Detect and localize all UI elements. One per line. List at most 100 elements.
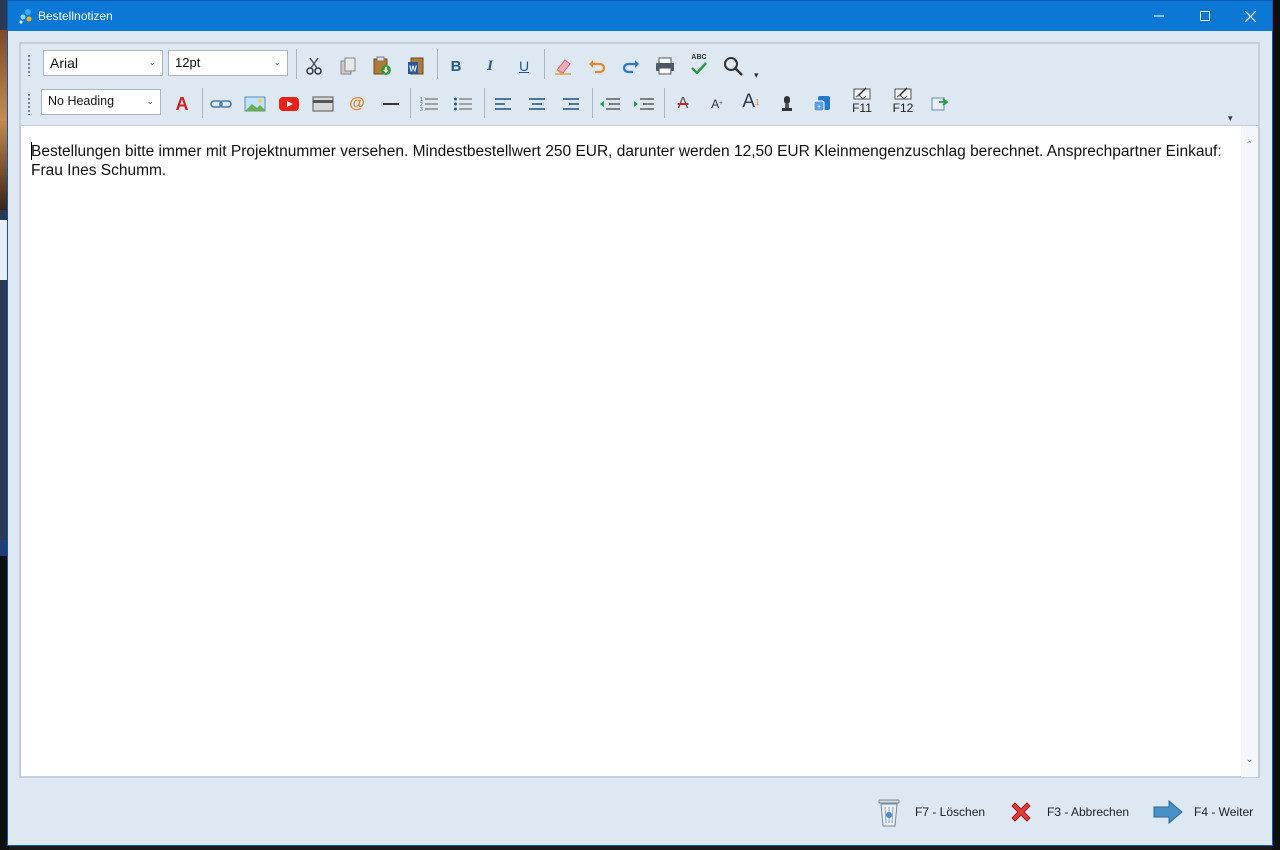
cancel-button[interactable]: F3 - Abbrechen — [1005, 795, 1129, 829]
paste-icon — [373, 56, 391, 75]
scroll-up-icon[interactable]: ⌃ — [1241, 140, 1258, 151]
toolbar-overflow-icon[interactable]: ▾ — [1228, 113, 1233, 124]
copy-button[interactable] — [334, 52, 362, 80]
next-label: F4 - Weiter — [1194, 805, 1254, 819]
paste-word-icon: W — [408, 57, 424, 75]
scroll-down-icon[interactable]: ⌄ — [1241, 754, 1258, 765]
toolbar-grip[interactable] — [27, 54, 31, 76]
redo-icon — [622, 60, 639, 74]
font-size-button[interactable]: A1 — [737, 88, 765, 116]
heading-select[interactable]: No Heading ⌄ — [41, 89, 161, 115]
minimize-button[interactable] — [1136, 1, 1182, 31]
f12-label: F12 — [892, 101, 914, 115]
bold-button[interactable]: B — [442, 52, 470, 80]
align-left-icon — [495, 98, 511, 110]
cut-icon — [306, 57, 322, 75]
svg-text:W: W — [409, 65, 417, 74]
bullet-list-button[interactable] — [449, 90, 477, 118]
chevron-down-icon: ⌄ — [273, 57, 281, 67]
print-button[interactable] — [651, 52, 679, 80]
vertical-scrollbar[interactable]: ⌃ ⌄ — [1241, 126, 1258, 777]
toolbar-separator — [202, 88, 203, 118]
paste-button[interactable] — [368, 52, 396, 80]
bold-icon: B — [450, 57, 462, 75]
font-size-value: 12pt — [175, 55, 201, 70]
maximize-button[interactable] — [1182, 1, 1228, 31]
cut-button[interactable] — [300, 52, 328, 80]
superscript-button[interactable]: A + — [703, 90, 731, 118]
clear-format-button[interactable] — [549, 52, 577, 80]
toolbar-separator — [664, 88, 665, 118]
ordered-list-icon: 123 — [420, 97, 438, 113]
font-size-mark: 1 — [755, 97, 760, 107]
font-family-select[interactable]: Arial ⌄ — [43, 50, 163, 76]
italic-icon: I — [487, 57, 493, 74]
notes-text[interactable]: Bestellungen bitte immer mit Projektnumm… — [31, 142, 1231, 180]
close-button[interactable] — [1227, 1, 1273, 31]
insert-rule-button[interactable] — [377, 90, 405, 118]
italic-button[interactable]: I — [476, 52, 504, 80]
insert-image-button[interactable] — [241, 90, 269, 118]
ordered-list-button[interactable]: 123 — [415, 90, 443, 118]
search-button[interactable] — [719, 52, 747, 80]
redo-button[interactable] — [617, 52, 645, 80]
signature-icon — [894, 87, 912, 100]
outdent-button[interactable] — [596, 90, 624, 118]
indent-icon — [634, 98, 654, 110]
arrow-right-icon — [1153, 799, 1183, 825]
align-left-button[interactable] — [489, 90, 517, 118]
toolbar-grip[interactable] — [27, 93, 31, 115]
editor-content[interactable]: Bestellungen bitte immer mit Projektnumm… — [21, 125, 1258, 777]
insert-symbol-button[interactable] — [773, 90, 801, 118]
footer-actions: F7 - Löschen F3 - Abbrechen F4 - Weiter — [8, 781, 1272, 843]
undo-button[interactable] — [583, 52, 611, 80]
toolbar-separator — [544, 49, 545, 79]
image-icon — [244, 96, 266, 112]
insert-box-button[interactable] — [309, 90, 337, 118]
outdent-icon — [600, 98, 620, 110]
toolbar-overflow-icon[interactable]: ▾ — [754, 70, 759, 81]
align-center-button[interactable] — [523, 90, 551, 118]
recycle-bin-icon — [878, 799, 900, 827]
toolbar-separator — [410, 88, 411, 118]
paste-word-button[interactable]: W — [402, 52, 430, 80]
chevron-down-icon: ⌄ — [148, 57, 156, 67]
box-icon — [312, 96, 334, 112]
app-icon — [19, 9, 32, 24]
toolbar-separator — [437, 49, 438, 79]
f11-button[interactable]: F11 — [845, 86, 879, 122]
red-x-icon — [1011, 802, 1031, 822]
spellcheck-button[interactable]: ABC — [685, 50, 713, 78]
spellcheck-label: ABC — [691, 54, 707, 61]
f12-button[interactable]: F12 — [886, 86, 920, 122]
strikethrough-icon: A — [677, 95, 689, 112]
insert-video-button[interactable] — [275, 90, 303, 118]
font-color-button[interactable]: A — [168, 90, 196, 118]
heading-value: No Heading — [48, 94, 115, 108]
insert-field-button[interactable]: + — [808, 90, 836, 118]
underline-button[interactable]: U — [510, 52, 538, 80]
insert-email-button[interactable]: @ — [343, 90, 371, 118]
search-icon — [724, 57, 743, 76]
font-size-select[interactable]: 12pt ⌄ — [168, 50, 288, 76]
toolbar-separator — [592, 88, 593, 118]
font-size-icon: A — [742, 91, 756, 112]
font-color-icon: A — [175, 93, 189, 114]
next-button[interactable]: F4 - Weiter — [1152, 795, 1253, 829]
indent-button[interactable] — [630, 90, 658, 118]
toolbar-separator — [484, 88, 485, 118]
toolbar-separator — [296, 49, 297, 79]
field-icon: + — [813, 96, 830, 112]
copy-icon — [340, 57, 356, 75]
bullet-list-icon — [454, 97, 472, 111]
delete-button[interactable]: F7 - Löschen — [873, 795, 985, 829]
clear-format-icon — [555, 59, 571, 75]
align-right-button[interactable] — [557, 90, 585, 118]
strikethrough-button[interactable]: A — [669, 90, 697, 118]
insert-link-button[interactable] — [207, 90, 235, 118]
export-button[interactable] — [926, 90, 954, 118]
toolbar-main: Arial ⌄ 12pt ⌄ W B I U ABC ▾ — [21, 46, 1258, 84]
desktop-background-right — [1272, 0, 1280, 850]
underline-icon: U — [518, 58, 530, 74]
spellcheck-icon — [691, 62, 707, 74]
